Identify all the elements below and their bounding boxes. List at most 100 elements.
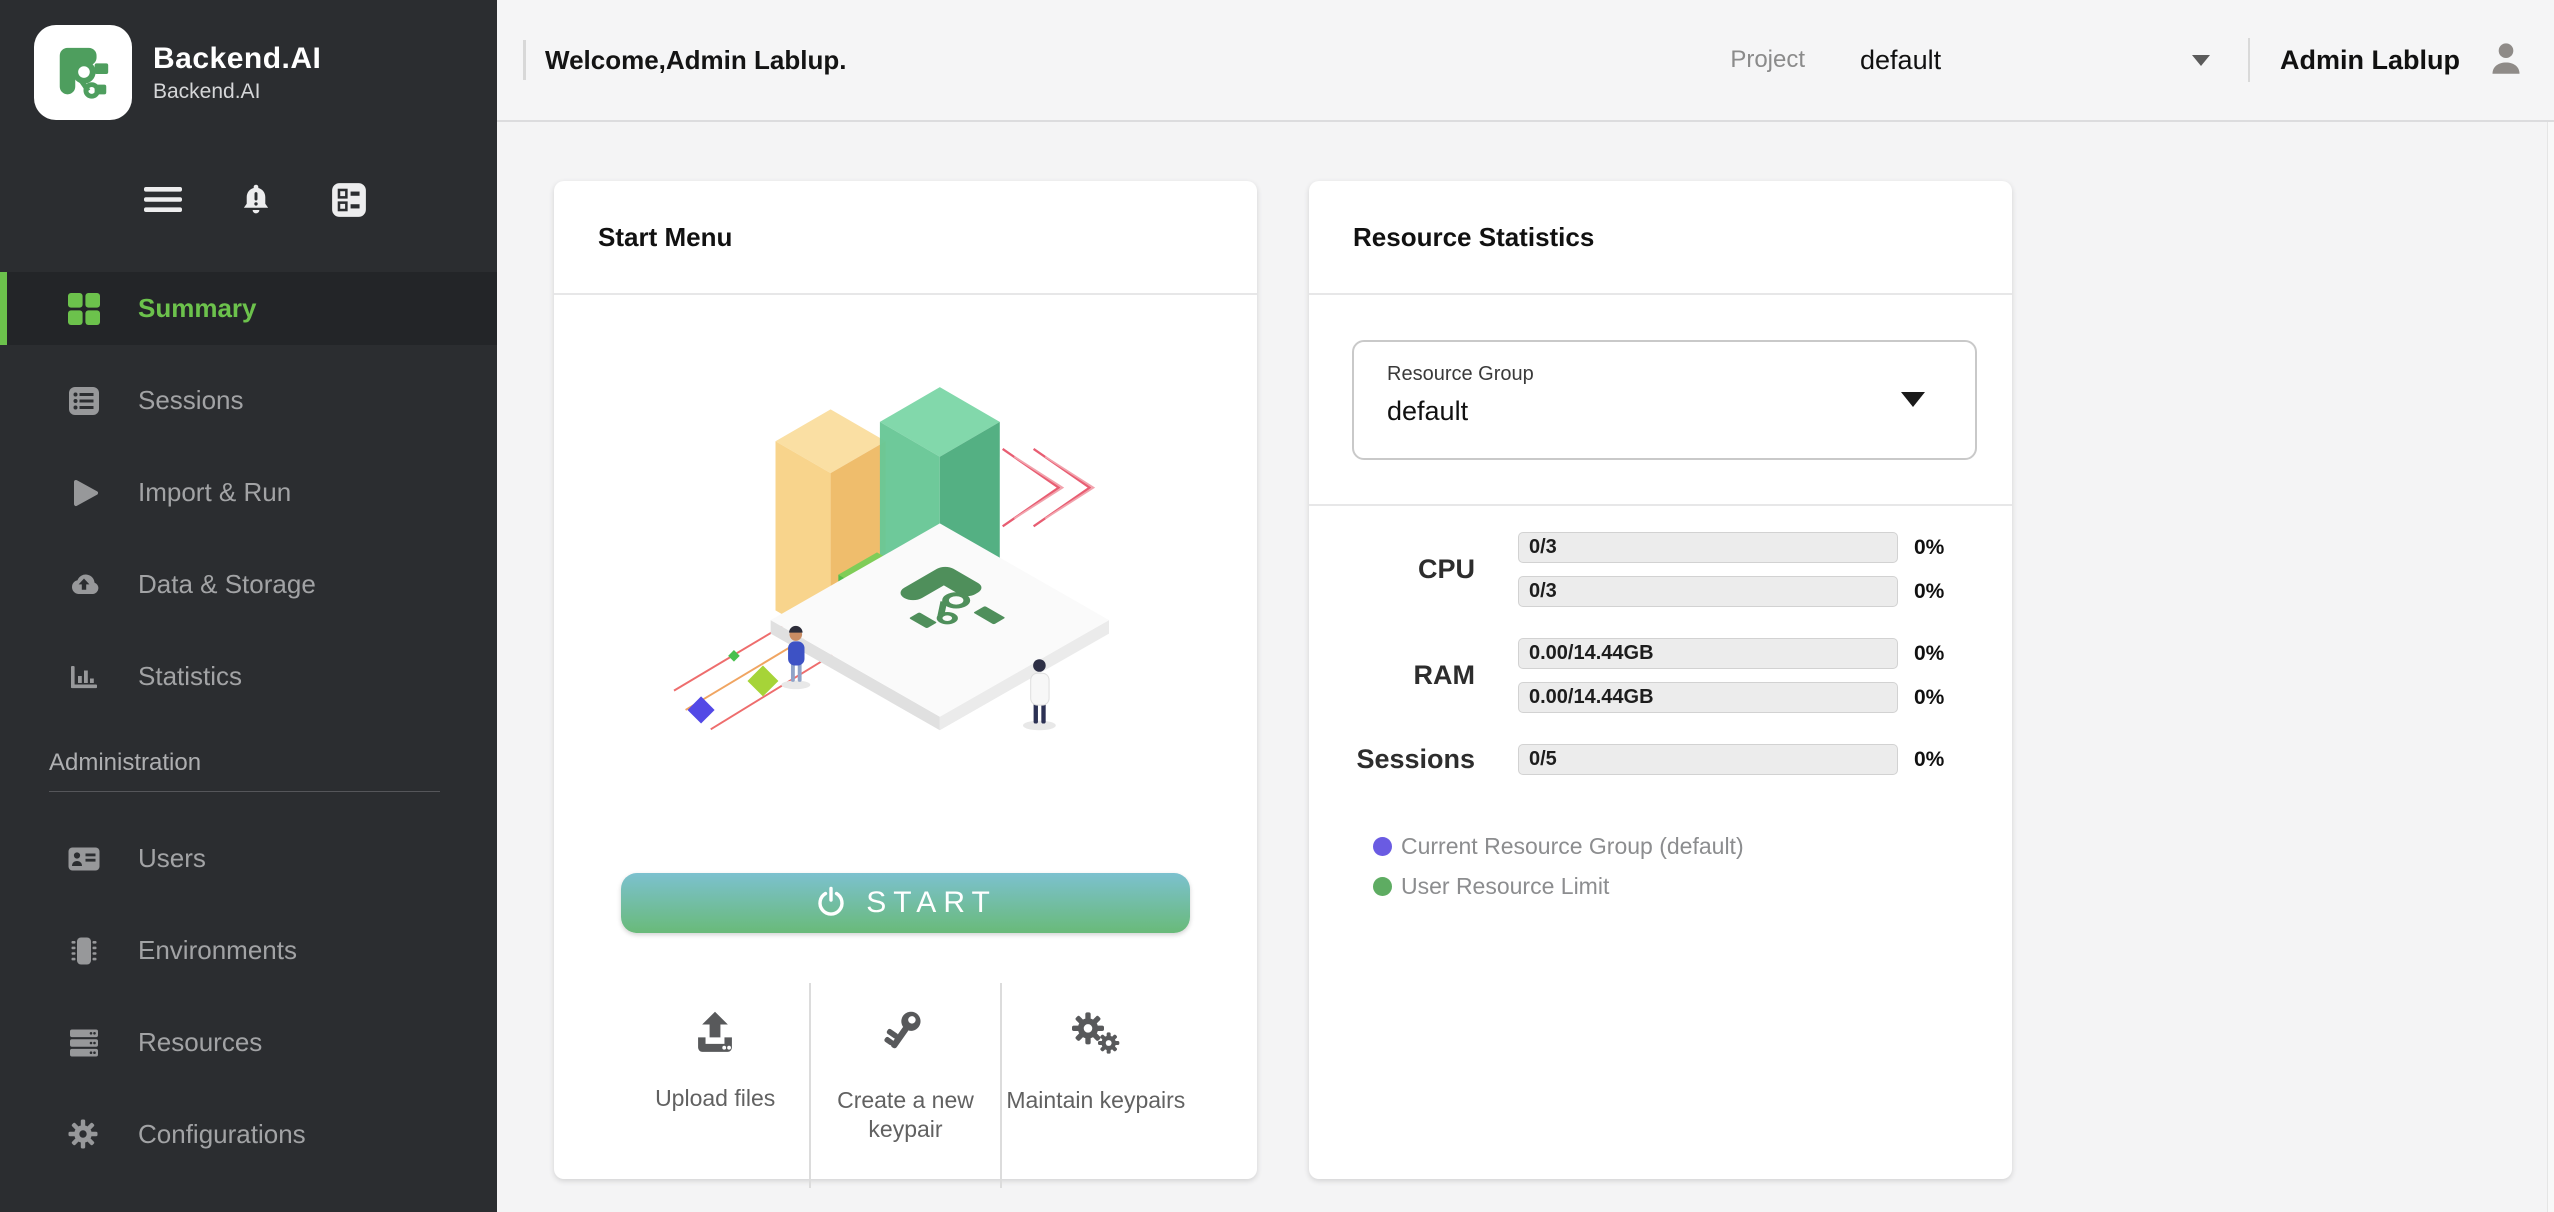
gear-icon [66,1117,102,1153]
sidebar-item-summary[interactable]: Summary [0,272,497,345]
sidebar-admin-menu: Users Environments Resources [0,822,497,1171]
chip-icon [66,933,102,969]
project-select-value: default [1860,45,1941,76]
start-button-label: START [866,886,997,920]
header-tick-divider [523,40,526,80]
resource-meters: CPU 0/3 0% 0/3 0% [1309,506,2012,775]
resource-group-value: default [1387,396,1975,427]
sidebar-item-statistics[interactable]: Statistics [0,640,497,713]
legend-dot [1373,837,1392,856]
meter-legend: Current Resource Group (default) User Re… [1373,833,2012,900]
top-header: Welcome,Admin Lablup. Project default Ad… [497,0,2554,122]
resource-statistics-card: Resource Statistics Resource Group defau… [1309,181,2012,1179]
legend-item-user-resource-limit: User Resource Limit [1373,873,2012,900]
legend-dot [1373,877,1392,896]
sidebar-item-label: Data & Storage [138,569,316,600]
sidebar-item-import-run[interactable]: Import & Run [0,456,497,529]
upload-files-action[interactable]: Upload files [621,983,809,1188]
project-label: Project [1730,46,1805,74]
sessions-usage-bar: 0/5 [1518,744,1898,775]
dashboard-list-icon[interactable] [330,181,368,219]
gears-icon [1070,1009,1122,1062]
user-avatar-icon[interactable] [2488,41,2524,80]
brand-text: Backend.AI Backend.AI [153,42,321,104]
brand: Backend.AI Backend.AI [0,0,497,120]
sidebar-item-environments[interactable]: Environments [0,914,497,987]
play-icon [66,475,102,511]
action-label: Create a new keypair [811,1086,999,1144]
sidebar: Backend.AI Backend.AI [0,0,497,1212]
sidebar-toolbar [144,180,497,220]
cpu-limit-percent: 0% [1898,580,1978,604]
ram-limit-percent: 0% [1898,686,1978,710]
sidebar-item-label: Resources [138,1027,262,1058]
hamburger-menu-icon[interactable] [144,187,182,213]
header-divider [2248,38,2250,82]
sidebar-item-label: Environments [138,935,297,966]
ram-meter-group: RAM 0.00/14.44GB 0% 0.00/14.44GB 0% [1309,638,2012,713]
ram-usage-bar: 0.00/14.44GB [1518,638,1898,669]
resource-statistics-card-header: Resource Statistics [1309,181,2012,295]
start-menu-card-header: Start Menu [554,181,1257,295]
sidebar-item-label: Summary [138,293,257,324]
sidebar-item-sessions[interactable]: Sessions [0,364,497,437]
list-card-icon [66,383,102,419]
sessions-usage-percent: 0% [1898,748,1978,772]
resource-statistics-title: Resource Statistics [1353,222,1594,253]
create-keypair-action[interactable]: Create a new keypair [809,983,999,1188]
start-button[interactable]: START [621,873,1190,933]
grid-icon [66,291,102,327]
resource-group-section: Resource Group default [1309,295,2012,506]
bar-chart-icon [66,659,102,695]
action-label: Upload files [655,1084,775,1113]
user-name: Admin Lablup [2280,45,2460,76]
brand-subtitle: Backend.AI [153,80,321,104]
sidebar-item-configurations[interactable]: Configurations [0,1098,497,1171]
sidebar-item-resources[interactable]: Resources [0,1006,497,1079]
quick-actions: Upload files [621,983,1190,1188]
sidebar-item-label: Statistics [138,661,242,692]
cpu-limit-bar: 0/3 [1518,576,1898,607]
resource-group-label: Resource Group [1387,363,1975,386]
content-area: Start Menu [497,122,2554,1212]
server-stack-icon [66,1025,102,1061]
meter-label: CPU [1309,554,1475,585]
sessions-meter-group: Sessions 0/5 0% [1309,744,2012,775]
sidebar-item-label: Import & Run [138,477,291,508]
chevron-down-icon [1901,392,1925,407]
ram-limit-bar: 0.00/14.44GB [1518,682,1898,713]
key-icon [881,1009,929,1062]
legend-item-current-resource-group: Current Resource Group (default) [1373,833,2012,860]
start-menu-card: Start Menu [554,181,1257,1179]
start-menu-title: Start Menu [598,222,732,253]
welcome-message: Welcome,Admin Lablup. [545,45,846,76]
scrollbar[interactable] [2547,122,2554,1212]
upload-icon [690,1009,740,1060]
administration-divider [49,791,440,792]
cpu-usage-bar: 0/3 [1518,532,1898,563]
isometric-illustration [616,325,1196,745]
main-area: Welcome,Admin Lablup. Project default Ad… [497,0,2554,1212]
maintain-keypairs-action[interactable]: Maintain keypairs [1000,983,1190,1188]
sidebar-item-label: Sessions [138,385,244,416]
cpu-meter-group: CPU 0/3 0% 0/3 0% [1309,532,2012,607]
meter-label: RAM [1309,660,1475,691]
project-select[interactable]: default [1860,45,2210,76]
meter-label: Sessions [1309,744,1475,775]
action-label: Maintain keypairs [1006,1086,1185,1115]
sidebar-menu: Summary Sessions Import & Run [0,272,497,713]
sidebar-item-label: Configurations [138,1119,306,1150]
id-card-icon [66,841,102,877]
resource-group-select[interactable]: Resource Group default [1352,340,1977,460]
chevron-down-icon [2192,55,2210,66]
backend-ai-logo-icon [34,25,132,120]
backend-ai-console: Backend.AI Backend.AI [0,0,2554,1212]
sidebar-item-data-storage[interactable]: Data & Storage [0,548,497,621]
cloud-upload-icon [66,567,102,603]
sidebar-item-users[interactable]: Users [0,822,497,895]
sidebar-item-label: Users [138,843,206,874]
ram-usage-percent: 0% [1898,642,1978,666]
administration-section-label: Administration [49,749,497,777]
cpu-usage-percent: 0% [1898,536,1978,560]
notification-bell-icon[interactable] [238,181,274,219]
